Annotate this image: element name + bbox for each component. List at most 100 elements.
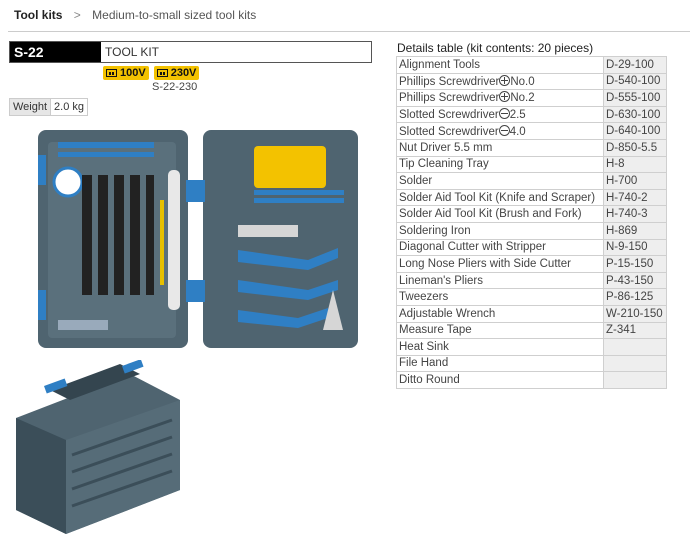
item-name-text: Alignment Tools (399, 58, 480, 71)
product-name: TOOL KIT (105, 45, 160, 59)
table-row: Long Nose Pliers with Side Cutter P-15-15… (396, 255, 667, 273)
table-row: Slotted Screwdriver 2.5 D-630-100 (396, 105, 667, 124)
table-row: Diagonal Cutter with Stripper N-9-150 (396, 238, 667, 257)
weight-value: 2.0 kg (54, 101, 85, 113)
item-name: Phillips Screwdriver No.2 (396, 89, 604, 107)
item-name: Ditto Round (396, 371, 604, 389)
item-code: D-640-100 (603, 122, 667, 140)
item-name: Adjustable Wrench (396, 304, 604, 323)
item-name-text: Solder Aid Tool Kit (Knife and Scraper) (399, 191, 596, 204)
item-name: Tweezers (396, 288, 604, 306)
item-name: Phillips Screwdriver No.0 (396, 72, 604, 91)
voltage-label: 100V (120, 67, 146, 79)
table-row: Slotted Screwdriver 4.0 D-640-100 (396, 122, 667, 140)
breadcrumb: Tool kits > Medium-to-small sized tool k… (14, 8, 256, 22)
item-code: D-29-100 (603, 56, 667, 74)
item-code: H-740-3 (603, 205, 667, 223)
item-code (603, 338, 667, 356)
item-size: No.2 (510, 92, 535, 105)
item-name-text: Diagonal Cutter with Stripper (399, 241, 547, 254)
plug-icon (106, 69, 117, 77)
phillips-symbol-icon (499, 91, 511, 103)
table-row: Adjustable Wrench W-210-150 (396, 304, 667, 323)
breadcrumb-divider (8, 31, 690, 32)
table-row: Tip Cleaning Tray H-8 (396, 155, 667, 174)
item-code: P-15-150 (603, 255, 667, 273)
weight-spec: Weight 2.0 kg (9, 98, 89, 116)
breadcrumb-tool-kits-link[interactable]: Tool kits (14, 8, 62, 22)
item-name-text: Heat Sink (399, 340, 449, 353)
table-row: Solder Aid Tool Kit (Brush and Fork) H-74… (396, 205, 667, 223)
voltage-badge-230v: 230V (153, 66, 200, 80)
item-code: P-86-125 (603, 288, 667, 306)
table-row: Soldering Iron H-869 (396, 221, 667, 240)
table-row: Alignment Tools D-29-100 (396, 56, 667, 74)
item-name-text: Slotted Screwdriver (399, 125, 499, 138)
item-code: H-8 (603, 155, 667, 174)
item-name-text: Solder Aid Tool Kit (Brush and Fork) (399, 208, 582, 221)
item-name: Measure Tape (396, 321, 604, 340)
table-row: Nut Driver 5.5 mm D-850-5.5 (396, 138, 667, 157)
variant-code: S-22-230 (152, 81, 198, 93)
item-code: P-43-150 (603, 271, 667, 290)
item-name-text: Tip Cleaning Tray (399, 158, 489, 171)
item-name: File Hand (396, 354, 604, 373)
table-row: Tweezers P-86-125 (396, 288, 667, 306)
closed-case-photo (16, 360, 180, 534)
details-table-body: Alignment Tools D-29-100 Phillips Screwdri… (396, 56, 667, 389)
item-name: Slotted Screwdriver 2.5 (396, 105, 604, 124)
voltage-badges: 100V 230V (103, 66, 200, 80)
table-row: Lineman's Pliers P-43-150 (396, 271, 667, 290)
table-row: Phillips Screwdriver No.2 D-555-100 (396, 89, 667, 107)
plug-icon (156, 69, 168, 77)
table-row: Heat Sink (396, 338, 667, 356)
item-name: Nut Driver 5.5 mm (396, 138, 604, 157)
details-table-title: Details table (kit contents: 20 pieces) (397, 41, 594, 55)
item-name: Heat Sink (396, 338, 604, 356)
item-name: Solder Aid Tool Kit (Knife and Scraper) (396, 188, 604, 207)
item-code (603, 371, 667, 389)
item-name-text: Ditto Round (399, 374, 460, 387)
item-name-text: Soldering Iron (399, 224, 471, 237)
item-name-text: Adjustable Wrench (399, 307, 496, 320)
item-code: H-869 (603, 221, 667, 240)
table-row: Solder H-700 (396, 172, 667, 190)
item-name: Solder Aid Tool Kit (Brush and Fork) (396, 205, 604, 223)
item-size: 4.0 (509, 125, 526, 138)
item-name: Slotted Screwdriver 4.0 (396, 122, 604, 140)
item-code: N-9-150 (603, 238, 667, 257)
item-name-text: Nut Driver 5.5 mm (399, 141, 493, 154)
item-name: Soldering Iron (396, 221, 604, 240)
item-name-text: Phillips Screwdriver (399, 92, 500, 105)
item-name: Diagonal Cutter with Stripper (396, 238, 604, 257)
item-name: Solder (396, 172, 604, 190)
weight-label: Weight (10, 99, 52, 115)
item-name-text: Measure Tape (399, 324, 472, 337)
product-code: S-22 (10, 42, 101, 62)
table-row: Solder Aid Tool Kit (Knife and Scraper) H… (396, 188, 667, 207)
item-name-text: File Hand (399, 357, 449, 370)
item-code: D-850-5.5 (603, 138, 667, 157)
item-name: Alignment Tools (396, 56, 604, 74)
item-name-text: Long Nose Pliers with Side Cutter (399, 257, 571, 270)
item-name-text: Slotted Screwdriver (399, 109, 499, 122)
item-code: H-700 (603, 172, 667, 190)
item-code (603, 354, 667, 373)
item-name-text: Lineman's Pliers (399, 274, 484, 287)
table-row: Ditto Round (396, 371, 667, 389)
item-name: Tip Cleaning Tray (396, 155, 604, 174)
slotted-symbol-icon (498, 108, 510, 120)
slotted-symbol-icon (498, 124, 510, 136)
item-code: Z-341 (603, 321, 667, 340)
item-name-text: Solder (399, 174, 433, 187)
item-code: D-630-100 (603, 105, 667, 124)
table-row: Measure Tape Z-341 (396, 321, 667, 340)
table-row: Phillips Screwdriver No.0 D-540-100 (396, 72, 667, 91)
item-size: 2.5 (509, 109, 526, 122)
breadcrumb-separator: > (73, 8, 81, 22)
voltage-label: 230V (170, 67, 197, 79)
product-header: S-22 TOOL KIT (9, 41, 372, 63)
item-name: Long Nose Pliers with Side Cutter (396, 255, 604, 273)
voltage-badge-100v: 100V (103, 66, 149, 80)
phillips-symbol-icon (499, 74, 511, 86)
